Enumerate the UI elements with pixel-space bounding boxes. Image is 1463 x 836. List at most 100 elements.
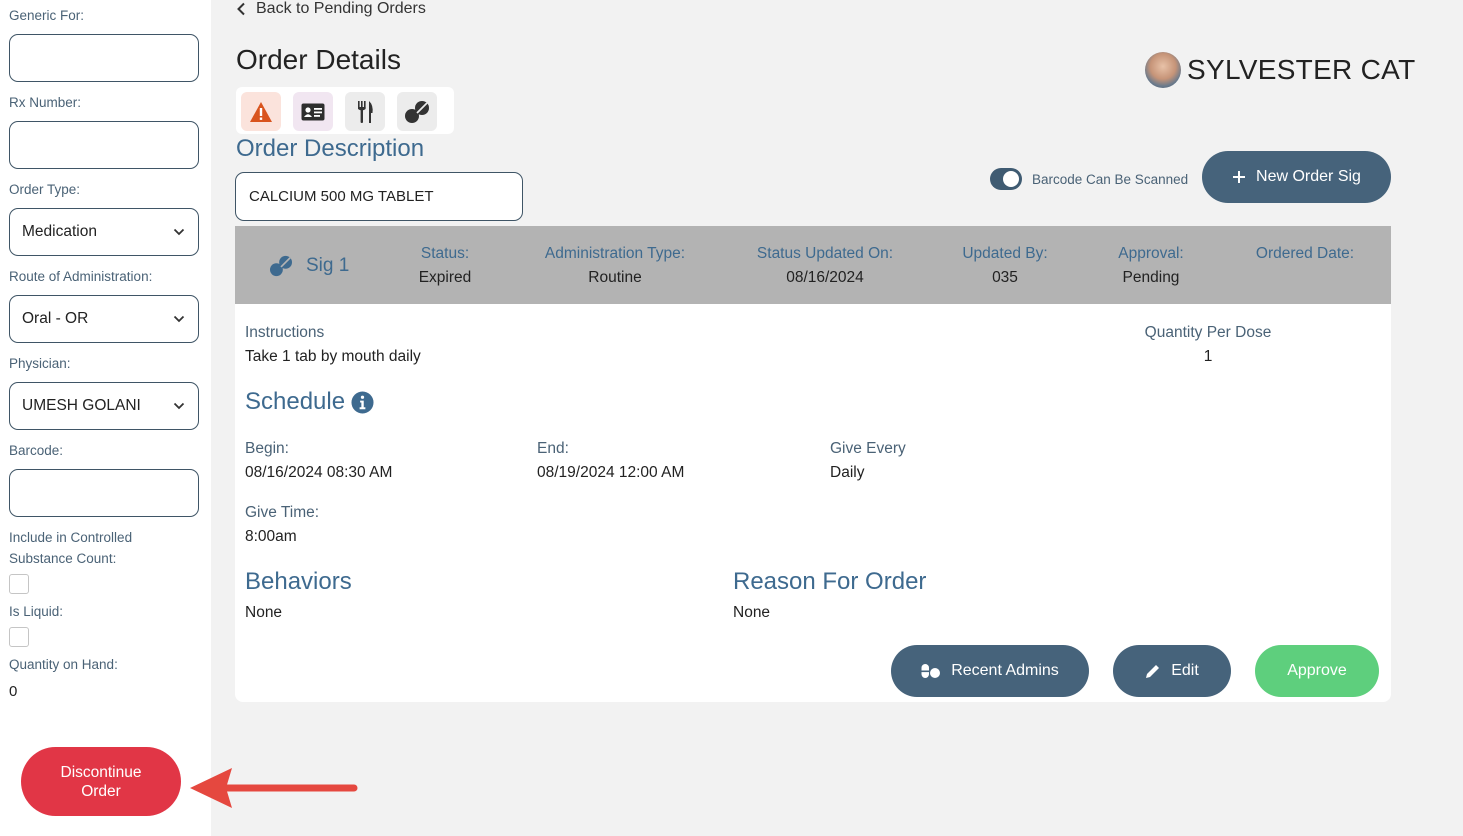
approve-button[interactable]: Approve — [1255, 645, 1379, 697]
info-icon[interactable] — [351, 390, 374, 414]
sig-approval-label: Approval: — [1118, 245, 1184, 262]
begin-label: Begin: — [245, 440, 289, 457]
sig-approval-value: Pending — [1122, 269, 1180, 286]
sig-status-value: Expired — [418, 269, 472, 286]
approve-label: Approve — [1287, 662, 1347, 679]
order-type-label: Order Type: — [9, 182, 81, 197]
controlled-substance-checkbox[interactable] — [9, 574, 29, 594]
sig-updated-by: Updated By: 035 — [950, 245, 1060, 287]
chevron-left-icon — [237, 2, 245, 16]
warning-button[interactable] — [241, 92, 281, 131]
controlled-substance-label-line1: Include in Controlled — [9, 530, 133, 545]
chevron-down-icon — [173, 315, 185, 323]
behaviors-heading: Behaviors — [245, 568, 352, 595]
schedule-heading-label: Schedule — [245, 388, 346, 415]
new-order-sig-button[interactable]: New Order Sig — [1202, 151, 1391, 203]
plus-icon — [1233, 171, 1246, 183]
sig-status-updated: Status Updated On: 08/16/2024 — [743, 245, 907, 287]
quantity-per-dose-value: 1 — [1203, 348, 1213, 365]
quantity-on-hand-label: Quantity on Hand: — [9, 657, 118, 672]
barcode-scannable-toggle-group: Barcode Can Be Scanned — [990, 168, 1188, 190]
rx-number-input[interactable] — [9, 121, 199, 169]
is-liquid-checkbox[interactable] — [9, 627, 29, 647]
chevron-down-icon — [173, 228, 185, 236]
schedule-heading: Schedule — [245, 388, 374, 416]
patient-name: SYLVESTER CAT — [1187, 54, 1416, 85]
order-type-select[interactable]: Medication — [9, 208, 199, 256]
give-every-label: Give Every — [830, 440, 906, 457]
discontinue-label-line1: Discontinue — [60, 763, 142, 781]
sig-header: Sig 1 Status: Expired Administration Typ… — [235, 226, 1391, 304]
sig-admin-type-label: Administration Type: — [544, 245, 686, 262]
sig-body: Instructions Take 1 tab by mouth daily Q… — [235, 304, 1391, 702]
new-order-sig-label: New Order Sig — [1256, 168, 1361, 185]
page-title: Order Details — [236, 44, 401, 75]
pencil-icon — [1146, 665, 1160, 678]
reason-for-order-value: None — [733, 604, 771, 621]
recent-admins-button[interactable]: Recent Admins — [891, 645, 1089, 697]
barcode-label: Barcode: — [9, 443, 64, 458]
sig-updated-by-label: Updated By: — [962, 245, 1048, 262]
route-label: Route of Administration: — [9, 269, 153, 284]
recent-admins-label: Recent Admins — [951, 662, 1059, 679]
pills-icon — [405, 100, 429, 123]
edit-label: Edit — [1171, 662, 1199, 679]
back-label: Back to Pending Orders — [256, 0, 426, 17]
give-every-value: Daily — [830, 464, 865, 481]
quantity-on-hand-value: 0 — [9, 683, 18, 700]
end-label: End: — [537, 440, 569, 457]
sig-status-updated-value: 08/16/2024 — [786, 269, 864, 286]
sig-updated-by-value: 035 — [992, 269, 1018, 286]
barcode-scannable-toggle[interactable] — [990, 168, 1022, 190]
reason-for-order-heading: Reason For Order — [733, 568, 927, 595]
sig-ordered-date-label: Ordered Date: — [1255, 245, 1355, 262]
id-card-button[interactable] — [293, 92, 333, 131]
barcode-scannable-label: Barcode Can Be Scanned — [1032, 171, 1189, 187]
back-to-pending-orders-link[interactable]: Back to Pending Orders — [236, 0, 426, 18]
sig-admin-type-value: Routine — [588, 269, 642, 286]
order-type-value: Medication — [22, 223, 97, 240]
route-value: Oral - OR — [22, 310, 89, 327]
instructions-label: Instructions — [245, 324, 325, 341]
begin-value: 08/16/2024 08:30 AM — [245, 464, 393, 481]
give-time-label: Give Time: — [245, 504, 320, 521]
pills-icon — [921, 664, 941, 678]
route-select[interactable]: Oral - OR — [9, 295, 199, 343]
medications-button[interactable] — [397, 92, 437, 131]
quantity-per-dose-label: Quantity Per Dose — [1144, 324, 1272, 341]
sig-title-label: Sig 1 — [306, 255, 350, 276]
utensils-icon — [358, 100, 373, 123]
physician-label: Physician: — [9, 356, 71, 371]
order-description-field[interactable]: CALCIUM 500 MG TABLET — [235, 172, 523, 221]
discontinue-order-button[interactable]: Discontinue Order — [21, 747, 181, 816]
patient-header: SYLVESTER CAT — [1145, 52, 1415, 88]
give-time-value: 8:00am — [245, 528, 297, 545]
id-card-icon — [301, 103, 325, 120]
instructions-value: Take 1 tab by mouth daily — [245, 348, 421, 365]
controlled-substance-label-line2: Substance Count: — [9, 551, 117, 566]
pills-icon — [270, 255, 292, 277]
physician-select[interactable]: UMESH GOLANI — [9, 382, 199, 430]
sidebar: Generic For: Rx Number: Order Type: Medi… — [0, 0, 211, 836]
chevron-down-icon — [173, 402, 185, 410]
generic-for-label: Generic For: — [9, 8, 85, 23]
order-description-heading: Order Description — [236, 135, 425, 162]
sig-approval: Approval: Pending — [1101, 245, 1201, 287]
edit-button[interactable]: Edit — [1113, 645, 1231, 697]
is-liquid-label: Is Liquid: — [9, 604, 64, 619]
generic-for-input[interactable] — [9, 34, 199, 82]
physician-value: UMESH GOLANI — [22, 397, 141, 414]
sig-ordered-date: Ordered Date: — [1245, 245, 1365, 269]
diet-button[interactable] — [345, 92, 385, 131]
sig-status: Status: Expired — [405, 245, 485, 287]
sig-status-updated-label: Status Updated On: — [756, 245, 894, 262]
sig-admin-type: Administration Type: Routine — [530, 245, 700, 287]
toggle-knob — [1003, 171, 1019, 187]
sig-status-label: Status: — [420, 245, 470, 262]
warning-icon — [250, 101, 272, 122]
behaviors-value: None — [245, 604, 283, 621]
sig-title: Sig 1 — [268, 255, 349, 277]
discontinue-label-line2: Order — [81, 782, 121, 800]
end-value: 08/19/2024 12:00 AM — [537, 464, 685, 481]
barcode-input[interactable] — [9, 469, 199, 517]
